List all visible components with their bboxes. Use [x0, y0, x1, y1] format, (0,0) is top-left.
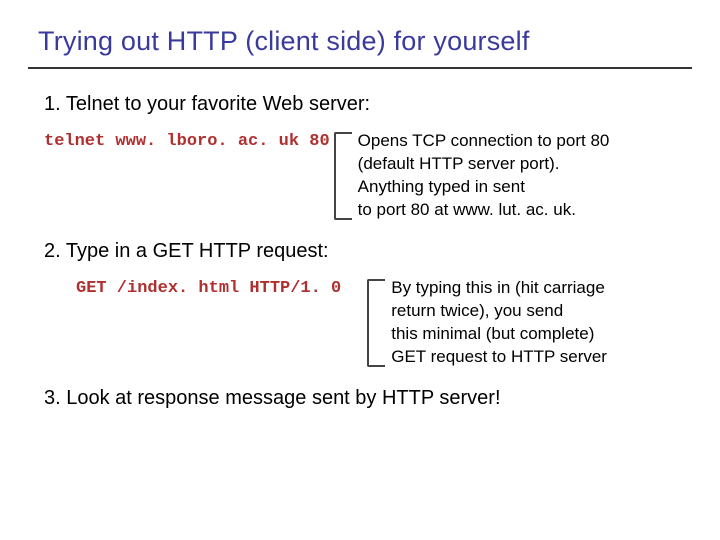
- note2-line4: GET request to HTTP server: [391, 347, 607, 366]
- bracket-icon: [367, 279, 385, 367]
- note2-line3: this minimal (but complete): [391, 324, 594, 343]
- bracket-icon: [334, 132, 352, 220]
- note1-line3: Anything typed in sent: [358, 177, 525, 196]
- note1-line2: (default HTTP server port).: [358, 154, 560, 173]
- step-2: 2. Type in a GET HTTP request:: [44, 240, 692, 263]
- step-3: 3. Look at response message sent by HTTP…: [44, 387, 692, 410]
- step-1-block: telnet www. lboro. ac. uk 80 Opens TCP c…: [44, 130, 692, 222]
- note2-line1: By typing this in (hit carriage: [391, 278, 605, 297]
- note2-line2: return twice), you send: [391, 301, 563, 320]
- step-2-block: GET /index. html HTTP/1. 0 By typing thi…: [76, 277, 692, 369]
- step-1: 1. Telnet to your favorite Web server:: [44, 93, 692, 116]
- telnet-command: telnet www. lboro. ac. uk 80: [44, 130, 330, 151]
- get-command: GET /index. html HTTP/1. 0: [76, 277, 341, 298]
- note1-line4: to port 80 at www. lut. ac. uk.: [358, 200, 576, 219]
- step-1-note: Opens TCP connection to port 80 (default…: [358, 130, 610, 222]
- slide-title: Trying out HTTP (client side) for yourse…: [38, 26, 692, 57]
- step-2-note: By typing this in (hit carriage return t…: [391, 277, 607, 369]
- title-rule: [28, 67, 692, 69]
- note1-line1: Opens TCP connection to port 80: [358, 131, 610, 150]
